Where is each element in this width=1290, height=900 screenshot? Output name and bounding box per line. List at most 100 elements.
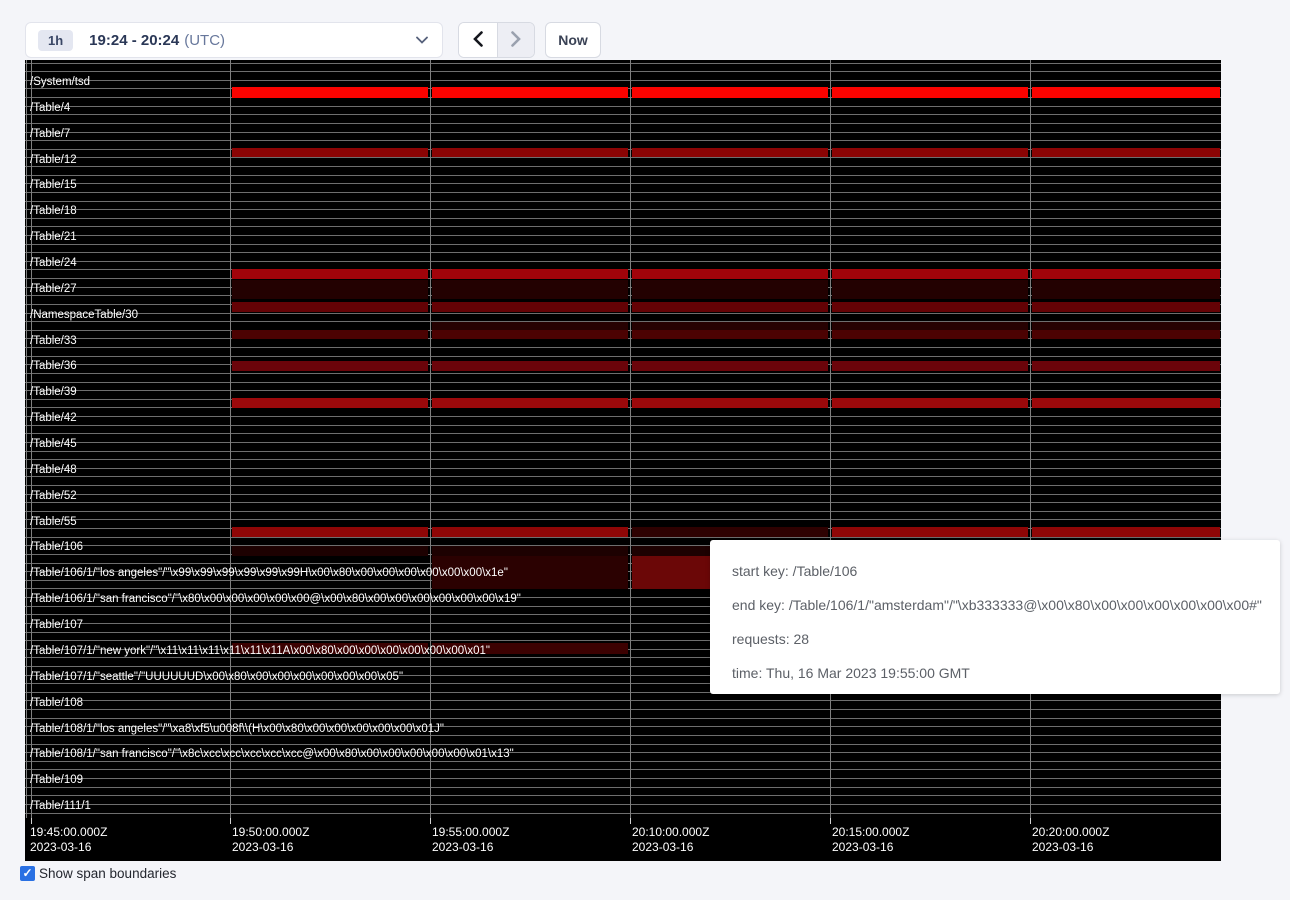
hot-span[interactable] <box>632 527 828 537</box>
hot-span[interactable] <box>832 148 1028 157</box>
show-span-boundaries-checkbox[interactable]: ✓ <box>20 866 35 881</box>
time-nav-group <box>458 22 535 58</box>
key-label: /Table/108/1/"san francisco"/"\x8c\xcc\x… <box>30 748 514 761</box>
hot-span[interactable] <box>832 280 1028 299</box>
axis-date-label: 2023-03-16 <box>632 840 709 855</box>
key-label: /Table/12 <box>30 154 77 167</box>
hot-span[interactable] <box>432 87 628 98</box>
key-visualizer-chart: /System/tsd/Table/4/Table/7/Table/12/Tab… <box>25 60 1221 861</box>
hot-span[interactable] <box>632 87 828 98</box>
span-boundary-line <box>25 192 1221 193</box>
key-label: /Table/42 <box>30 412 77 425</box>
tooltip-end-key: end key: /Table/106/1/"amsterdam"/"\xb33… <box>732 588 1272 622</box>
span-boundary-line <box>25 700 1221 701</box>
hot-span[interactable] <box>432 148 628 157</box>
hot-span[interactable] <box>1032 527 1220 537</box>
axis-tick <box>830 818 831 824</box>
hot-span[interactable] <box>432 527 628 537</box>
time-range-selector[interactable]: 1h 19:24 - 20:24 (UTC) <box>25 22 443 58</box>
hot-span[interactable] <box>1032 269 1220 279</box>
hot-span[interactable] <box>232 269 428 279</box>
span-boundary-line <box>25 382 1221 383</box>
span-boundary-line <box>25 80 1221 81</box>
hot-span[interactable] <box>832 269 1028 279</box>
hot-span[interactable] <box>432 361 628 371</box>
hot-span[interactable] <box>632 302 828 312</box>
now-button[interactable]: Now <box>545 22 601 58</box>
hot-span[interactable] <box>232 87 428 98</box>
hot-span[interactable] <box>232 148 428 157</box>
hot-span[interactable] <box>832 398 1028 408</box>
span-boundary-line <box>25 425 1221 426</box>
footer: ✓ Show span boundaries <box>20 866 176 881</box>
span-boundary-line <box>25 390 1221 391</box>
span-tooltip: start key: /Table/106 end key: /Table/10… <box>710 540 1280 694</box>
hot-span[interactable] <box>632 148 828 157</box>
axis-tick <box>230 818 231 824</box>
show-span-boundaries-label: Show span boundaries <box>39 866 176 881</box>
hot-span[interactable] <box>632 322 828 330</box>
hot-span[interactable] <box>632 330 828 339</box>
hot-span[interactable] <box>632 269 828 279</box>
axis-date-label: 2023-03-16 <box>232 840 309 855</box>
hot-span[interactable] <box>432 269 628 279</box>
span-boundary-line <box>25 218 1221 219</box>
hot-span[interactable] <box>1032 361 1220 371</box>
hot-span[interactable] <box>632 361 828 371</box>
span-boundary-line <box>25 769 1221 770</box>
axis-time-label: 20:10:00.000Z <box>632 825 709 840</box>
key-label: /Table/108/1/"los angeles"/"\xa8\xf5\u00… <box>30 723 444 736</box>
hot-span[interactable] <box>632 280 828 299</box>
span-boundary-line <box>25 494 1221 495</box>
hot-span[interactable] <box>832 87 1028 98</box>
hot-span[interactable] <box>1032 302 1220 312</box>
span-boundary-line <box>25 468 1221 469</box>
hot-span[interactable] <box>232 280 428 299</box>
keyvis-plot[interactable]: /System/tsd/Table/4/Table/7/Table/12/Tab… <box>25 60 1221 818</box>
span-boundary-line <box>25 451 1221 452</box>
span-boundary-line <box>25 476 1221 477</box>
key-label: /System/tsd <box>30 76 90 89</box>
axis-time-label: 19:55:00.000Z <box>432 825 509 840</box>
time-bucket-gridline <box>630 60 631 818</box>
span-boundary-line <box>25 416 1221 417</box>
hot-span[interactable] <box>1032 398 1220 408</box>
time-range-preset-badge: 1h <box>38 30 73 51</box>
axis-tick-label: 19:50:00.000Z2023-03-16 <box>232 825 309 855</box>
hot-span[interactable] <box>1032 87 1220 98</box>
hot-span[interactable] <box>832 330 1028 339</box>
hot-span[interactable] <box>1032 330 1220 339</box>
hot-span[interactable] <box>832 527 1028 537</box>
hot-span[interactable] <box>432 398 628 408</box>
span-boundary-line <box>25 433 1221 434</box>
hot-span[interactable] <box>1032 148 1220 157</box>
hot-span[interactable] <box>232 302 428 312</box>
axis-tick-label: 19:45:00.000Z2023-03-16 <box>30 825 107 855</box>
hot-span[interactable] <box>432 302 628 312</box>
span-boundary-line <box>25 442 1221 443</box>
time-range-zone: (UTC) <box>184 32 225 49</box>
span-boundary-line <box>25 511 1221 512</box>
span-boundary-line <box>25 347 1221 348</box>
hot-span[interactable] <box>232 398 428 408</box>
hot-span[interactable] <box>432 280 628 299</box>
span-boundary-line <box>25 123 1221 124</box>
hot-span[interactable] <box>832 361 1028 371</box>
key-label: /Table/106 <box>30 541 83 554</box>
time-axis: 19:45:00.000Z2023-03-16 19:50:00.000Z2023… <box>25 818 1221 861</box>
hot-span[interactable] <box>232 330 428 339</box>
hot-span[interactable] <box>1032 280 1220 299</box>
hot-span[interactable] <box>832 322 1028 330</box>
hot-span[interactable] <box>432 330 628 339</box>
time-range-text: 19:24 - 20:24 <box>89 32 179 49</box>
hot-span[interactable] <box>632 398 828 408</box>
hot-span[interactable] <box>232 527 428 537</box>
next-range-button[interactable] <box>497 23 535 57</box>
hot-span[interactable] <box>432 546 628 556</box>
hot-span[interactable] <box>1032 322 1220 330</box>
hot-span[interactable] <box>432 322 628 330</box>
previous-range-button[interactable] <box>459 23 497 57</box>
hot-span[interactable] <box>232 361 428 371</box>
hot-span[interactable] <box>832 302 1028 312</box>
hot-span[interactable] <box>232 546 428 556</box>
